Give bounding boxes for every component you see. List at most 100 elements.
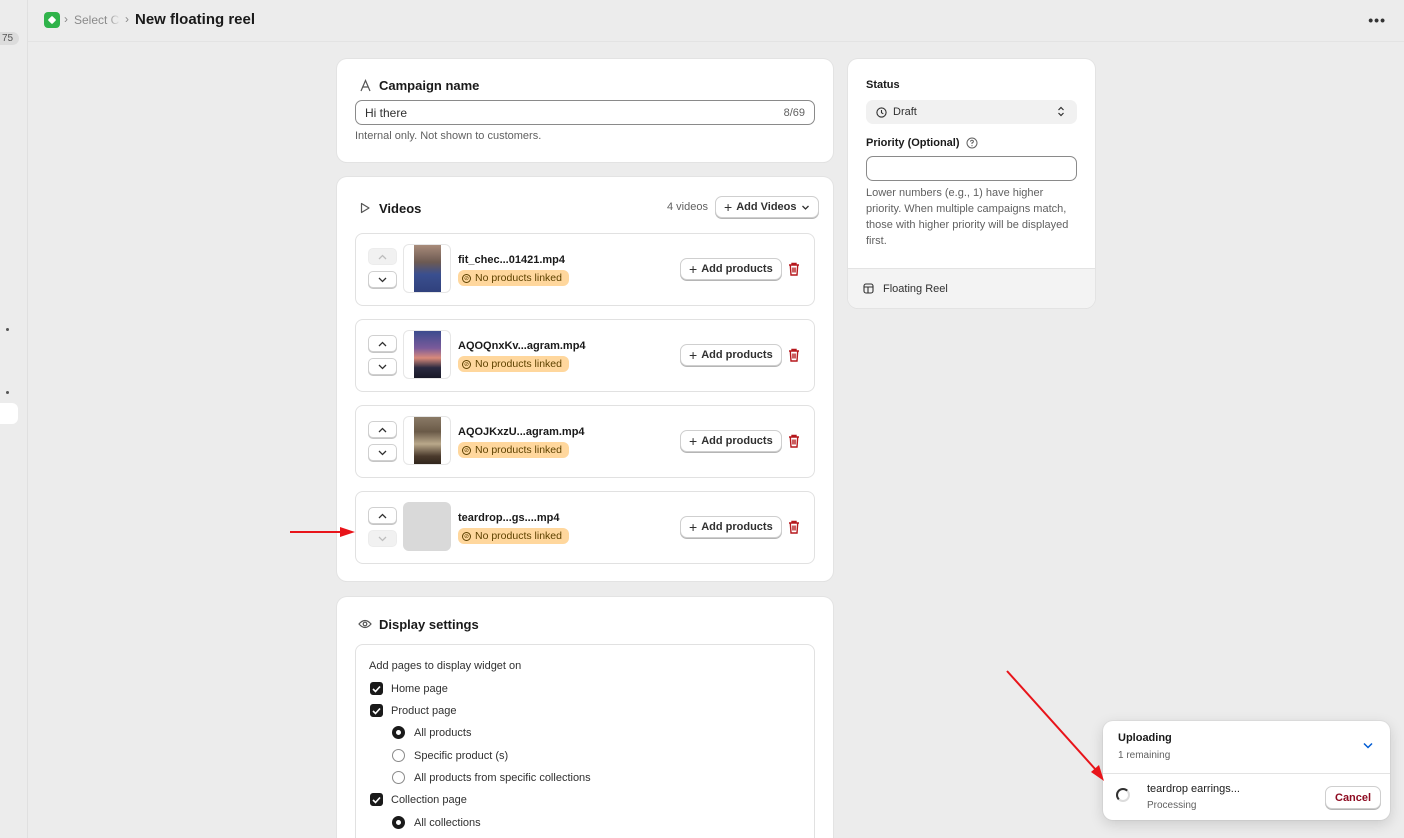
status-badge: ⊘ No products linked: [458, 528, 569, 544]
move-up-button[interactable]: [368, 507, 397, 524]
upload-state: Processing: [1147, 800, 1197, 811]
plus-icon: +: [689, 261, 698, 277]
delete-icon[interactable]: [788, 348, 800, 362]
specific-products-option[interactable]: Specific product (s): [392, 749, 508, 762]
add-products-button[interactable]: + Add products: [680, 258, 782, 280]
radio-selected[interactable]: [392, 726, 405, 739]
home-page-option[interactable]: Home page: [370, 682, 448, 695]
move-down-button[interactable]: [368, 530, 397, 547]
priority-help: Lower numbers (e.g., 1) have higher prio…: [866, 187, 1069, 247]
rail-selected-item[interactable]: [0, 403, 18, 424]
radio-selected[interactable]: [392, 816, 405, 829]
all-products-option[interactable]: All products: [392, 726, 471, 739]
video-row[interactable]: AQOQnxKv...agram.mp4 ⊘ No products linked…: [355, 319, 815, 392]
app-logo-icon[interactable]: [44, 12, 60, 28]
move-up-button[interactable]: [368, 248, 397, 265]
chevron-up-icon: [378, 427, 387, 432]
upload-remaining: 1 remaining: [1118, 750, 1171, 761]
play-icon: [357, 200, 373, 216]
rail-dot: [6, 328, 9, 331]
clock-icon: [876, 106, 887, 118]
help-circle-icon[interactable]: [966, 137, 978, 149]
move-up-button[interactable]: [368, 421, 397, 438]
badge-label: No products linked: [475, 444, 562, 456]
collection-page-label: Collection page: [391, 793, 467, 806]
move-up-button[interactable]: [368, 335, 397, 352]
collapse-chevron-icon[interactable]: [1363, 742, 1373, 749]
move-down-button[interactable]: [368, 358, 397, 375]
video-filename: teardrop...gs....mp4: [458, 512, 560, 524]
video-thumbnail: [403, 330, 451, 379]
move-down-button[interactable]: [368, 444, 397, 461]
collection-page-option[interactable]: Collection page: [370, 793, 467, 806]
all-collections-option[interactable]: All collections: [392, 816, 481, 829]
display-settings-heading: Display settings: [379, 616, 479, 632]
video-thumbnail: [403, 244, 451, 293]
plus-icon: +: [724, 199, 733, 215]
delete-icon[interactable]: [788, 520, 800, 534]
select-arrows-icon: [1058, 106, 1064, 117]
plus-icon: +: [689, 347, 698, 363]
upload-filename: teardrop earrings...: [1147, 783, 1240, 795]
campaign-name-value: Hi there: [365, 105, 408, 120]
status-select[interactable]: Draft: [866, 100, 1077, 124]
campaign-name-input[interactable]: Hi there 8/69: [355, 100, 815, 125]
radio-unselected[interactable]: [392, 771, 405, 784]
video-row[interactable]: AQOJKxzU...agram.mp4 ⊘ No products linked…: [355, 405, 815, 478]
campaign-name-heading: Campaign name: [379, 77, 480, 93]
widget-type-label: Floating Reel: [883, 282, 948, 295]
add-products-button[interactable]: + Add products: [680, 344, 782, 366]
video-thumbnail-placeholder: [403, 502, 451, 551]
plus-icon: +: [689, 519, 698, 535]
videos-card: Videos 4 videos + Add Videos fit_chec...…: [337, 177, 833, 581]
chevron-down-icon: [801, 205, 809, 210]
upload-toast: Uploading 1 remaining teardrop earrings.…: [1103, 721, 1390, 820]
status-card: Status Draft Priority (Optional) Lower n…: [848, 59, 1095, 308]
left-rail: 75: [0, 0, 28, 838]
page-title: New floating reel: [135, 11, 256, 28]
option-label: All collections: [414, 816, 481, 829]
chevron-right-icon: ›: [64, 12, 68, 26]
option-label: Specific product (s): [414, 749, 509, 762]
move-down-button[interactable]: [368, 271, 397, 288]
chevron-down-icon: [378, 536, 387, 541]
option-label: All products: [414, 726, 472, 739]
collection-products-option[interactable]: All products from specific collections: [392, 771, 591, 784]
add-products-label: Add products: [701, 263, 773, 275]
checkbox-checked[interactable]: [370, 682, 383, 695]
video-filename: AQOJKxzU...agram.mp4: [458, 426, 585, 438]
add-products-button[interactable]: + Add products: [680, 516, 782, 538]
video-row[interactable]: teardrop...gs....mp4 ⊘ No products linked…: [355, 491, 815, 564]
add-products-button[interactable]: + Add products: [680, 430, 782, 452]
home-page-label: Home page: [391, 682, 448, 695]
loading-spinner-icon: [1116, 788, 1130, 802]
breadcrumb[interactable]: Select C: [74, 13, 120, 27]
checkbox-checked[interactable]: [370, 793, 383, 806]
cancel-upload-button[interactable]: Cancel: [1325, 786, 1382, 809]
status-heading: Status: [866, 79, 900, 91]
page-targeting-box: Add pages to display widget on Home page…: [355, 644, 815, 838]
layout-icon: [863, 283, 874, 294]
campaign-name-card: Campaign name Hi there 8/69 Internal onl…: [337, 59, 833, 162]
more-actions-button[interactable]: •••: [1368, 12, 1386, 28]
character-counter: 8/69: [783, 106, 805, 119]
display-intro: Add pages to display widget on: [369, 660, 522, 672]
divider: [1103, 773, 1390, 774]
unlink-icon: ⊘: [462, 273, 471, 283]
campaign-name-help: Internal only. Not shown to customers.: [355, 130, 542, 142]
priority-input[interactable]: [866, 156, 1077, 181]
chevron-up-icon: [378, 513, 387, 518]
priority-label-row: Priority (Optional): [866, 137, 978, 149]
product-page-label: Product page: [391, 704, 457, 717]
status-value: Draft: [893, 106, 917, 118]
delete-icon[interactable]: [788, 434, 800, 448]
rail-dot: [6, 391, 9, 394]
chevron-down-icon: [378, 450, 387, 455]
radio-unselected[interactable]: [392, 749, 405, 762]
product-page-option[interactable]: Product page: [370, 704, 456, 717]
video-row[interactable]: fit_chec...01421.mp4 ⊘ No products linked…: [355, 233, 815, 306]
checkbox-checked[interactable]: [370, 704, 383, 717]
badge-label: No products linked: [475, 272, 562, 284]
delete-icon[interactable]: [788, 262, 800, 276]
add-videos-button[interactable]: + Add Videos: [715, 196, 819, 218]
